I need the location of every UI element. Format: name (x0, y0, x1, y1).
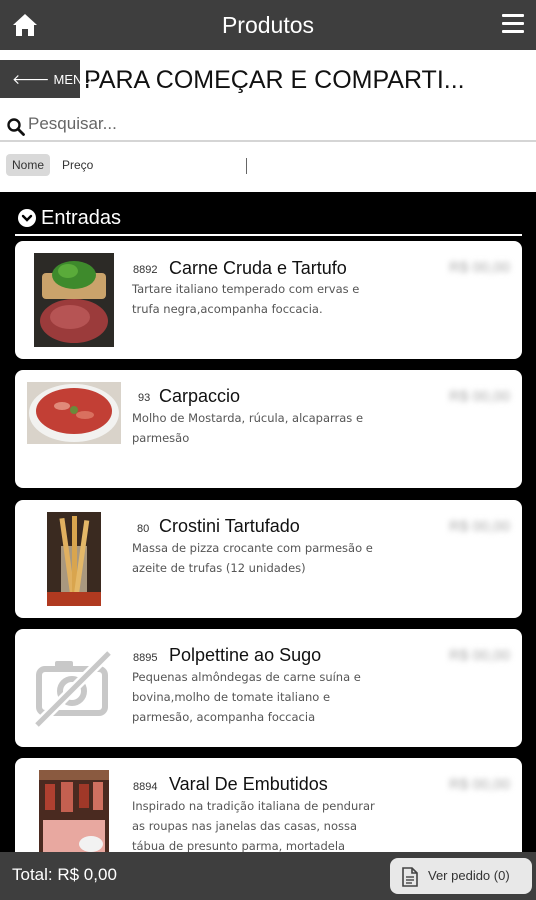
product-card[interactable]: 8895 Polpettine ao Sugo Pequenas almônde… (15, 629, 522, 747)
product-price: R$ 00,00 (449, 647, 510, 664)
view-order-button[interactable]: Ver pedido (0) (390, 858, 532, 894)
sort-by-price-button[interactable]: Preço (62, 158, 93, 172)
product-name: Crostini Tartufado (159, 516, 300, 536)
bottom-bar: Total: R$ 0,00 Ver pedido (0) (0, 852, 536, 900)
product-card[interactable]: 8892 Carne Cruda e Tartufo Tartare itali… (15, 241, 522, 359)
search-bar (0, 112, 536, 142)
sort-by-name-button[interactable]: Nome (6, 154, 51, 176)
product-description: Inspirado na tradição italiana de pendur… (132, 799, 375, 852)
arrow-left-icon: 🡐 (12, 70, 50, 87)
product-code: 8892 (133, 264, 158, 276)
search-icon (7, 118, 25, 136)
order-total: Total: R$ 0,00 (12, 865, 117, 884)
back-to-menu-label: MENU (53, 71, 92, 87)
chevron-down-icon (18, 209, 36, 227)
product-image-crostini (47, 512, 101, 606)
product-code: 8894 (133, 781, 158, 793)
product-description: Molho de Mostarda, rúcula, alcaparras e … (132, 411, 364, 445)
product-description: Massa de pizza crocante com parmesão e a… (132, 541, 373, 575)
product-list[interactable]: Entradas 8892 Carne Cruda e Tartufo Tart… (0, 192, 536, 852)
product-code: 80 (137, 523, 150, 535)
sort-divider (246, 158, 247, 174)
product-description: Tartare italiano temperado com ervas e t… (132, 282, 360, 316)
product-image-tartare (34, 253, 114, 347)
section-title: Entradas (41, 207, 122, 229)
product-code: 8895 (133, 652, 158, 664)
section-header-entradas[interactable]: Entradas (15, 206, 522, 236)
product-name: Varal De Embutidos (169, 774, 328, 794)
category-title: PARA COMEÇAR E COMPARTI... (84, 66, 465, 94)
product-description: Pequenas almôndegas de carne suína e bov… (132, 670, 361, 724)
no-image-icon (33, 647, 115, 729)
product-card[interactable]: 8894 Varal De Embutidos Inspirado na tra… (15, 758, 522, 852)
product-price: R$ 00,00 (449, 388, 510, 405)
top-app-bar: Produtos (0, 0, 536, 50)
product-price: R$ 00,00 (449, 259, 510, 276)
product-name: Carpaccio (159, 386, 241, 406)
product-card[interactable]: 80 Crostini Tartufado Massa de pizza cro… (15, 500, 522, 618)
product-card[interactable]: 93 Carpaccio Molho de Mostarda, rúcula, … (15, 370, 522, 488)
sort-bar: Nome Preço (0, 144, 536, 190)
product-price: R$ 00,00 (449, 518, 510, 535)
product-image-carpaccio (27, 382, 121, 444)
product-price: R$ 00,00 (449, 776, 510, 793)
product-name: Polpettine ao Sugo (169, 645, 322, 665)
back-to-menu-button[interactable]: 🡐 MENU (0, 60, 92, 98)
search-input[interactable] (28, 114, 508, 134)
hamburger-menu-icon[interactable] (502, 14, 524, 34)
product-code: 93 (138, 392, 151, 404)
product-image-embutidos (39, 770, 109, 852)
document-icon (402, 867, 418, 887)
page-title: Produtos (221, 12, 315, 38)
product-name: Carne Cruda e Tartufo (169, 258, 347, 278)
view-order-label: Ver pedido (0) (428, 868, 510, 883)
